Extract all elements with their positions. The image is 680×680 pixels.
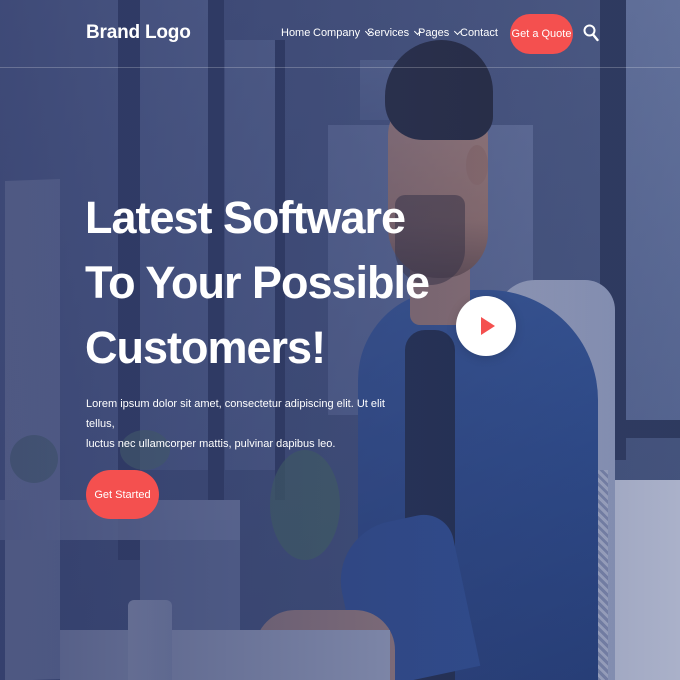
nav-label: Company <box>313 27 361 39</box>
play-video-button[interactable] <box>456 296 516 356</box>
nav-item-company[interactable]: Company <box>313 27 373 39</box>
nav-label: Pages <box>418 27 450 39</box>
nav-label: Home <box>281 27 311 39</box>
hero-title-line: To Your Possible <box>85 257 430 308</box>
hero-description-line: Lorem ipsum dolor sit amet, consectetur … <box>86 398 385 430</box>
hero-description-line: luctus nec ullamcorper mattis, pulvinar … <box>86 438 336 450</box>
hero-title: Latest Software To Your Possible Custome… <box>85 185 430 380</box>
nav-item-pages[interactable]: Pages <box>418 27 462 39</box>
nav-item-contact[interactable]: Contact <box>460 27 498 39</box>
search-icon[interactable] <box>583 24 599 42</box>
nav-label: Contact <box>460 27 498 39</box>
brand-logo[interactable]: Brand Logo <box>86 22 191 44</box>
nav-label: Services <box>367 27 410 39</box>
get-a-quote-button[interactable]: Get a Quote <box>510 14 573 54</box>
hero-title-line: Customers! <box>85 322 326 373</box>
play-icon <box>481 317 495 335</box>
site-header: Brand Logo Home Company Services Pages C… <box>0 0 680 68</box>
hero-description: Lorem ipsum dolor sit amet, consectetur … <box>86 394 386 454</box>
get-started-button[interactable]: Get Started <box>86 470 159 519</box>
nav-item-home[interactable]: Home <box>281 27 310 39</box>
nav-item-services[interactable]: Services <box>367 27 422 39</box>
hero-title-line: Latest Software <box>85 192 406 243</box>
